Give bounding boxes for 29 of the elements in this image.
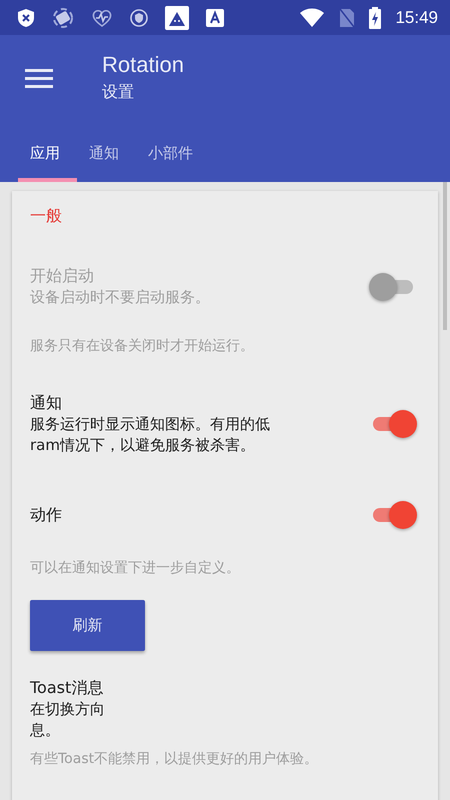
menu-icon [25, 68, 53, 88]
screen-subtitle: 设置 [102, 81, 135, 103]
menu-button[interactable] [25, 68, 53, 88]
heart-pulse-icon [91, 8, 113, 28]
setting-description: 设备启动时不要启动服务。 [30, 287, 211, 308]
refresh-button[interactable]: 刷新 [30, 600, 145, 651]
no-sim-icon [339, 8, 356, 28]
setting-title: 开始启动 [30, 265, 95, 287]
tab[interactable]: 小部件 [136, 129, 210, 182]
setting-note: 有些Toast不能禁用，以提供更好的用户体验。 [30, 750, 320, 769]
setting-note: 服务只有在设备关闭时才开始运行。 [30, 337, 255, 356]
section-header: 一般 [30, 205, 63, 227]
shield-icon [17, 8, 35, 28]
rotate-icon [52, 6, 74, 28]
setting-description: 服务运行时显示通知图标。有用的低 ram情况下，以避免服务被杀害。 [30, 414, 271, 456]
letter-app-icon [206, 8, 224, 26]
battery-charging-icon [369, 6, 382, 28]
shield-circle-icon [130, 8, 148, 26]
setting-title: 通知 [30, 392, 63, 414]
setting-title: 动作 [30, 504, 63, 526]
tab[interactable]: 通知 [77, 129, 136, 182]
app-title: Rotation [102, 52, 184, 78]
setting-note: 可以在通知设置下进一步自定义。 [30, 559, 241, 578]
setting-description: 在切换方向 息。 [30, 699, 106, 741]
mountain-app-icon [165, 6, 189, 30]
clock-time: 15:49 [395, 8, 438, 28]
setting-title: Toast消息 [30, 677, 104, 699]
wifi-icon [299, 8, 326, 28]
tab[interactable]: 应用 [18, 129, 77, 182]
